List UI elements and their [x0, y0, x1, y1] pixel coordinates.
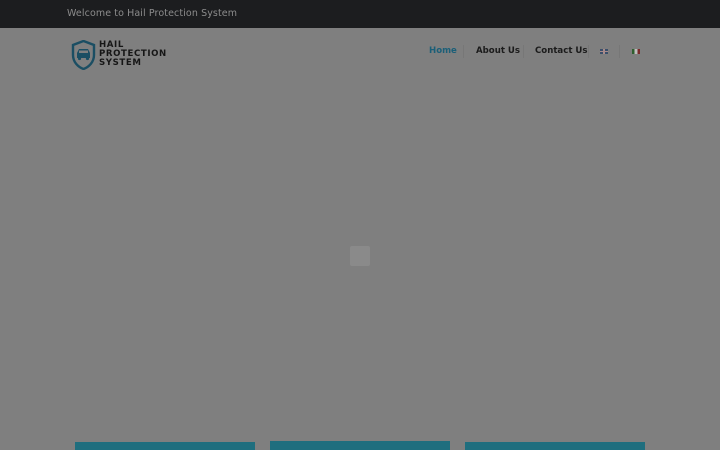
welcome-text: Welcome to Hail Protection System [67, 8, 238, 19]
feature-card-2 [270, 441, 450, 450]
nav-contact-us[interactable]: Contact Us [535, 46, 588, 56]
loading-spinner [350, 246, 370, 266]
logo-line-3: SYSTEM [99, 58, 142, 68]
nav-home[interactable]: Home [429, 46, 457, 56]
main-navigation: Home About Us Contact Us [0, 45, 720, 60]
nav-about-us[interactable]: About Us [476, 46, 520, 56]
nav-separator [619, 45, 620, 58]
feature-card-1 [75, 442, 255, 450]
feature-card-3 [465, 442, 645, 450]
nav-separator [523, 45, 524, 58]
top-bar: Welcome to Hail Protection System [0, 0, 720, 28]
nav-separator [463, 45, 464, 58]
en-flag-icon[interactable] [600, 49, 608, 54]
nav-separator [588, 45, 589, 58]
site-header: HAIL PROTECTION SYSTEM Home About Us Con… [0, 28, 720, 80]
it-flag-icon[interactable] [632, 49, 640, 54]
